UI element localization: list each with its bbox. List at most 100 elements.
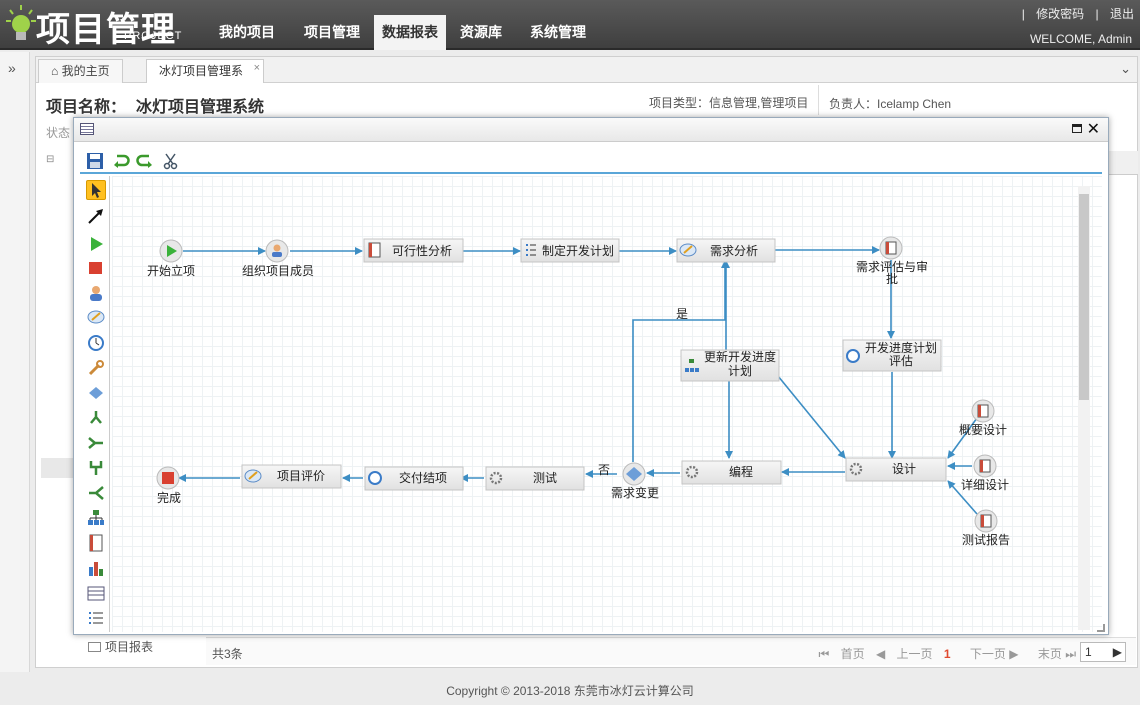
palette-comment-task[interactable] xyxy=(86,308,106,328)
maximize-icon[interactable] xyxy=(1072,124,1082,133)
tab-project[interactable]: 冰灯项目管理系 × xyxy=(146,57,265,83)
node-schedule-label-2: 评估 xyxy=(889,354,913,368)
edge-label-no: 否 xyxy=(598,463,610,477)
nav-project-management[interactable]: 项目管理 xyxy=(296,15,368,50)
node-outline-design[interactable]: 概要设计 xyxy=(959,399,1007,437)
palette-join-node[interactable] xyxy=(86,433,106,453)
clock-icon xyxy=(846,349,860,363)
pager: ⏮ 首页 ◀ 上一页 1 下一页 ▶ 末页 ⏭ xyxy=(810,645,1076,662)
designer-toolbar xyxy=(80,150,1102,174)
node-test[interactable]: 测试 xyxy=(485,466,585,491)
go-arrow-icon[interactable]: ▶ xyxy=(1113,643,1122,661)
page-number-input[interactable]: 1 ▶ xyxy=(1080,642,1126,662)
node-delivery[interactable]: 交付结项 xyxy=(364,466,464,491)
node-start-label: 开始立项 xyxy=(147,263,195,278)
user-icon xyxy=(90,286,102,301)
last-page-link[interactable]: 末页 ⏭ xyxy=(1030,647,1076,661)
first-page-label: 首页 xyxy=(840,647,865,661)
cut-icon[interactable] xyxy=(162,152,180,170)
nav-resources[interactable]: 资源库 xyxy=(452,15,510,50)
node-done[interactable]: 完成 xyxy=(156,466,181,505)
palette-end-node[interactable] xyxy=(86,258,106,278)
logout-link[interactable]: 退出 xyxy=(1110,7,1134,21)
nav-my-projects[interactable]: 我的项目 xyxy=(211,15,283,50)
welcome-text: WELCOME, Admin xyxy=(1029,32,1132,46)
node-test-label: 测试 xyxy=(533,470,557,485)
lightbulb-logo-icon xyxy=(6,5,36,40)
canvas-vertical-scrollbar[interactable] xyxy=(1078,186,1090,630)
expand-sidebar-icon[interactable]: » xyxy=(8,60,16,76)
node-detail-label: 详细设计 xyxy=(961,477,1009,492)
change-password-link[interactable]: 修改密码 xyxy=(1036,7,1084,21)
project-type: 项目类型：信息管理,管理项目 xyxy=(649,96,809,110)
first-page-link[interactable]: ⏮ 首页 xyxy=(818,647,864,661)
palette-fork-node[interactable] xyxy=(86,408,106,428)
palette-subprocess[interactable] xyxy=(86,508,106,528)
node-evaluation-label: 项目评价 xyxy=(277,469,325,483)
top-header: 项目管理 PROJECT 我的项目 项目管理 数据报表 资源库 系统管理 | 修… xyxy=(0,0,1140,50)
node-review[interactable]: 需求评估与审 批 xyxy=(856,236,928,286)
node-plan-label: 制定开发计划 xyxy=(542,243,614,258)
node-team[interactable]: 组织项目成员 xyxy=(242,239,314,278)
palette-transition-tool[interactable] xyxy=(86,206,106,226)
node-schedule[interactable]: 开发进度计划 评估 xyxy=(842,339,942,372)
edge-update-design xyxy=(777,375,846,459)
tab-bar: ⌂ 我的主页 冰灯项目管理系 × ⌄ xyxy=(36,57,1137,83)
resize-handle[interactable] xyxy=(1097,624,1105,632)
node-feasibility[interactable]: 可行性分析 xyxy=(363,238,464,263)
palette-timer-task[interactable] xyxy=(86,333,106,353)
node-palette xyxy=(82,176,110,632)
close-tab-icon[interactable]: × xyxy=(254,57,260,79)
last-page-label: 末页 xyxy=(1037,647,1062,661)
page-number-value: 1 xyxy=(1085,645,1092,659)
palette-merge-node[interactable] xyxy=(86,458,106,478)
chevron-down-double-icon[interactable]: ⌄ xyxy=(1120,61,1131,77)
tab-home[interactable]: ⌂ 我的主页 xyxy=(38,59,123,83)
palette-list-task[interactable] xyxy=(86,608,106,628)
node-detail-design[interactable]: 详细设计 xyxy=(961,454,1009,492)
node-plan[interactable]: 制定开发计划 xyxy=(520,238,620,263)
connector-arrow-icon xyxy=(88,209,103,224)
prev-page-link[interactable]: ◀ 上一页 xyxy=(876,647,933,661)
node-requirement-change[interactable]: 需求变更 xyxy=(611,462,659,500)
node-start[interactable]: 开始立项 xyxy=(147,239,195,278)
tree-collapse-icon[interactable]: ⊟ xyxy=(46,154,54,165)
node-requirement[interactable]: 需求分析 xyxy=(676,238,776,263)
nav-system-management[interactable]: 系统管理 xyxy=(522,15,594,50)
tab-home-label: 我的主页 xyxy=(61,64,110,78)
undo-icon[interactable] xyxy=(112,152,130,170)
palette-document-task[interactable] xyxy=(86,533,106,553)
close-icon[interactable]: ✕ xyxy=(1087,119,1100,139)
next-page-link[interactable]: 下一页 ▶ xyxy=(962,647,1019,661)
palette-table-task[interactable] xyxy=(86,583,106,603)
node-outline-label: 概要设计 xyxy=(959,423,1007,437)
palette-service-task[interactable] xyxy=(86,358,106,378)
report-item[interactable]: 项目报表 xyxy=(88,638,153,655)
save-icon[interactable] xyxy=(86,152,104,170)
nav-data-reports[interactable]: 数据报表 xyxy=(374,15,446,50)
scrollbar-thumb[interactable] xyxy=(1079,194,1089,400)
palette-chart-task[interactable] xyxy=(86,558,106,578)
node-update-schedule[interactable]: 更新开发进度 计划 xyxy=(680,349,780,382)
report-icon xyxy=(88,642,101,652)
node-test-report[interactable]: 测试报告 xyxy=(962,509,1010,547)
current-page: 1 xyxy=(943,647,951,661)
palette-select-tool[interactable] xyxy=(86,180,106,200)
bar-chart-icon xyxy=(89,562,103,576)
diamond-icon xyxy=(89,387,103,399)
clock-icon xyxy=(368,471,382,485)
workflow-canvas[interactable]: 是 否 开始立项 组织项目成员 可行性分析 制定开发计划 需求分析 需求评估与审… xyxy=(112,176,1102,632)
palette-decision-node[interactable] xyxy=(86,383,106,403)
palette-split-node[interactable] xyxy=(86,483,106,503)
node-delivery-label: 交付结项 xyxy=(399,470,447,485)
redo-icon[interactable] xyxy=(136,152,154,170)
palette-user-task[interactable] xyxy=(86,283,106,303)
divider xyxy=(818,85,819,115)
node-coding[interactable]: 编程 xyxy=(681,460,782,485)
report-item-label: 项目报表 xyxy=(105,640,154,654)
dialog-header: ✕ xyxy=(74,118,1108,142)
node-evaluation[interactable]: 项目评价 xyxy=(241,464,342,489)
palette-start-node[interactable] xyxy=(86,234,106,254)
node-design[interactable]: 设计 xyxy=(845,457,947,482)
join-icon xyxy=(88,437,103,449)
